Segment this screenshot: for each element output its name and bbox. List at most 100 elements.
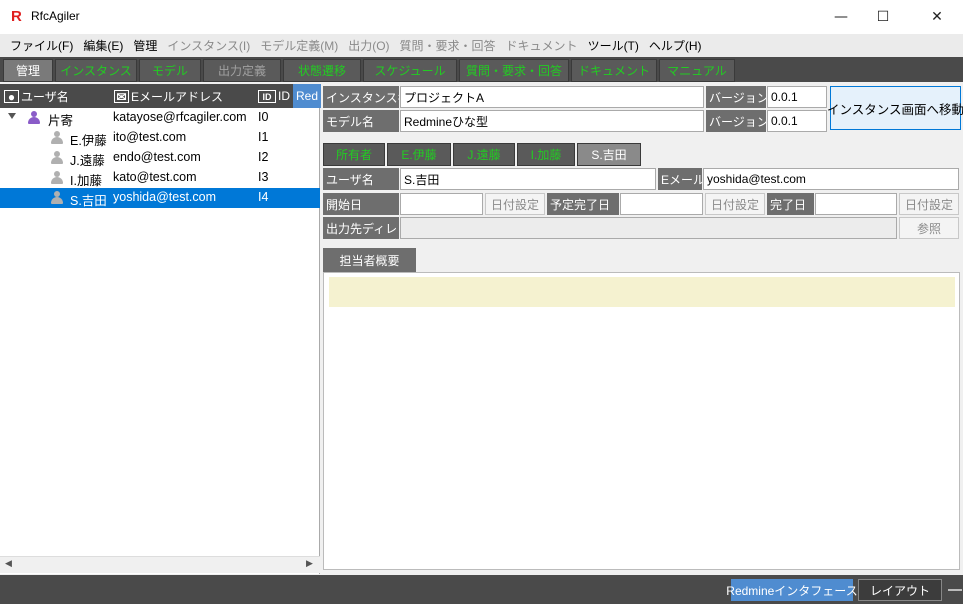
header-id[interactable]: ID ID <box>258 84 290 108</box>
summary-text-area[interactable] <box>329 277 955 307</box>
model-version-field[interactable]: 0.0.1 <box>767 110 827 132</box>
menu-admin[interactable]: 管理 <box>128 37 162 54</box>
minimize-button[interactable]: — <box>818 0 864 34</box>
user-id: I0 <box>258 110 269 124</box>
done-date-label: 完了日 <box>767 193 814 215</box>
user-name: E.伊藤 <box>70 134 107 148</box>
user-name: S.吉田 <box>70 194 107 208</box>
menu-instance[interactable]: インスタンス(I) <box>162 37 255 54</box>
model-version-label: バージョン <box>706 110 766 132</box>
browse-button[interactable]: 参照 <box>899 217 959 239</box>
tab-schedule[interactable]: スケジュール <box>363 59 457 82</box>
mail-icon: ✉ <box>114 89 129 103</box>
start-date-field[interactable] <box>400 193 483 215</box>
user-email: katayose@rfcagiler.com <box>113 110 247 124</box>
tab-output-def[interactable]: 出力定義 <box>203 59 281 82</box>
user-name: I.加藤 <box>70 174 102 188</box>
planned-end-set-button[interactable]: 日付設定 <box>705 193 765 215</box>
layout-button[interactable]: レイアウト <box>858 579 942 601</box>
id-icon: ID <box>258 89 276 103</box>
user-name-label: ユーザ名 <box>323 168 399 190</box>
menu-tools[interactable]: ツール(T) <box>583 37 644 54</box>
subtab-owner[interactable]: 所有者 <box>323 143 385 166</box>
tree-header: ● ユーザ名 ✉ Eメールアドレス ID ID Red <box>0 84 322 108</box>
horizontal-scrollbar[interactable]: ◀ ▶ <box>0 556 320 573</box>
main-tabstrip: 管理 インスタンス モデル 出力定義 状態遷移 スケジュール 質問・要求・回答 … <box>0 57 963 82</box>
user-email: endo@test.com <box>113 150 201 164</box>
status-bar: Redmineインタフェース レイアウト <box>0 575 963 604</box>
maximize-button[interactable]: ☐ <box>860 0 906 34</box>
instance-version-label: バージョン <box>706 86 766 108</box>
subtab-endo[interactable]: J.遠藤 <box>453 143 515 166</box>
user-name: 片寄 <box>48 114 74 128</box>
tree-row[interactable]: E.伊藤 ito@test.com I1 <box>0 128 320 148</box>
move-to-instance-button[interactable]: インスタンス画面へ移動 <box>827 86 963 130</box>
redmine-interface-button[interactable]: Redmineインタフェース <box>726 579 858 601</box>
menu-help[interactable]: ヘルプ(H) <box>644 37 707 54</box>
grip-icon <box>948 589 962 591</box>
email-label: Eメール <box>658 168 702 190</box>
menu-file[interactable]: ファイル(F) <box>5 37 78 54</box>
instance-name-label: インスタンス名 <box>323 86 399 108</box>
person-icon: ● <box>4 89 19 103</box>
user-id: I1 <box>258 130 269 144</box>
tab-document[interactable]: ドキュメント <box>571 59 657 82</box>
header-user[interactable]: ● ユーザ名 <box>4 84 69 108</box>
tab-state-transition[interactable]: 状態遷移 <box>283 59 361 82</box>
done-date-set-button[interactable]: 日付設定 <box>899 193 959 215</box>
user-id: I3 <box>258 170 269 184</box>
user-tree: ● ユーザ名 ✉ Eメールアドレス ID ID Red 片寄 katayose@… <box>0 84 322 574</box>
tab-instance[interactable]: インスタンス <box>55 59 137 82</box>
menu-output[interactable]: 出力(O) <box>343 37 394 54</box>
done-date-field[interactable] <box>815 193 897 215</box>
user-email: kato@test.com <box>113 170 197 184</box>
planned-end-label: 予定完了日 <box>547 193 619 215</box>
user-subtabs: 所有者 E.伊藤 J.遠藤 I.加藤 S.吉田 <box>321 140 963 166</box>
email-field[interactable]: yoshida@test.com <box>703 168 959 190</box>
tab-manual[interactable]: マニュアル <box>659 59 735 82</box>
tree-row[interactable]: 片寄 katayose@rfcagiler.com I0 <box>0 108 320 128</box>
instance-version-field[interactable]: 0.0.1 <box>767 86 827 108</box>
title-bar: R RfcAgiler — ☐ ✕ <box>0 0 963 34</box>
output-dir-field[interactable] <box>400 217 897 239</box>
start-date-label: 開始日 <box>323 193 399 215</box>
tab-model[interactable]: モデル <box>139 59 201 82</box>
app-logo-icon: R <box>11 8 22 25</box>
user-id: I4 <box>258 190 269 204</box>
tab-assignee-summary[interactable]: 担当者概要 <box>323 248 416 272</box>
instance-name-field[interactable]: プロジェクトA <box>400 86 704 108</box>
scroll-left-icon[interactable]: ◀ <box>5 559 12 569</box>
user-icon <box>50 191 64 205</box>
window-title: RfcAgiler <box>31 9 80 23</box>
output-dir-label: 出力先ディレ <box>323 217 399 239</box>
start-date-set-button[interactable]: 日付設定 <box>485 193 545 215</box>
menu-document[interactable]: ドキュメント <box>501 37 583 54</box>
model-name-field[interactable]: Redmineひな型 <box>400 110 704 132</box>
user-icon <box>50 131 64 145</box>
user-icon <box>50 151 64 165</box>
user-email: yoshida@test.com <box>113 190 217 204</box>
model-name-label: モデル名 <box>323 110 399 132</box>
close-button[interactable]: ✕ <box>914 0 960 34</box>
menu-bar: ファイル(F) 編集(E) 管理 インスタンス(I) モデル定義(M) 出力(O… <box>0 34 963 57</box>
scroll-right-icon[interactable]: ▶ <box>306 559 313 569</box>
subtab-ito[interactable]: E.伊藤 <box>387 143 451 166</box>
tab-qa[interactable]: 質問・要求・回答 <box>459 59 569 82</box>
header-redmine[interactable]: Red <box>293 84 322 108</box>
subtab-yoshida[interactable]: S.吉田 <box>577 143 641 166</box>
header-email[interactable]: ✉ Eメールアドレス <box>114 84 223 108</box>
tree-row-selected[interactable]: S.吉田 yoshida@test.com I4 <box>0 188 320 208</box>
user-email: ito@test.com <box>113 130 187 144</box>
user-name-field[interactable]: S.吉田 <box>400 168 656 190</box>
menu-model[interactable]: モデル定義(M) <box>255 37 343 54</box>
tab-admin[interactable]: 管理 <box>3 59 53 82</box>
tree-row[interactable]: I.加藤 kato@test.com I3 <box>0 168 320 188</box>
user-group-icon <box>27 111 41 125</box>
subtab-kato[interactable]: I.加藤 <box>517 143 575 166</box>
tree-row[interactable]: J.遠藤 endo@test.com I2 <box>0 148 320 168</box>
planned-end-field[interactable] <box>620 193 703 215</box>
menu-edit[interactable]: 編集(E) <box>78 37 128 54</box>
user-name: J.遠藤 <box>70 154 105 168</box>
collapse-arrow-icon[interactable] <box>8 113 16 119</box>
menu-qa[interactable]: 質問・要求・回答 <box>395 37 501 54</box>
